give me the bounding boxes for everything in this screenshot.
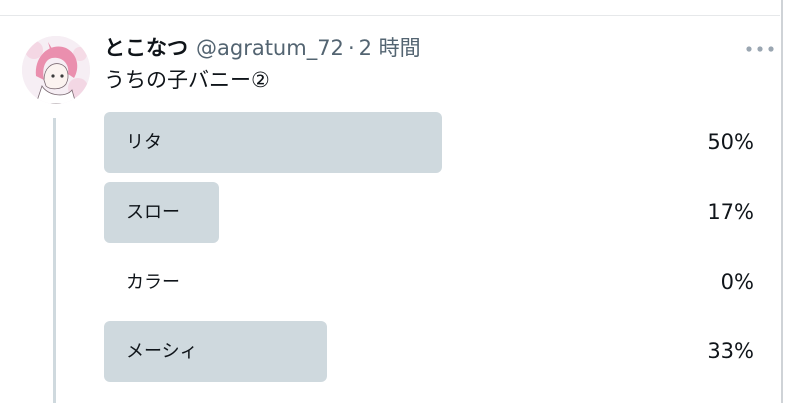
poll-option[interactable]: メーシィ 33%	[104, 321, 756, 382]
poll-option[interactable]: カラー 0%	[104, 252, 756, 313]
tweet-card: とこなつ @agratum_72 · 2 時間 うちの子バニー② リタ 50% …	[0, 0, 798, 403]
more-horizontal-icon	[746, 46, 774, 52]
poll-option[interactable]: スロー 17%	[104, 182, 756, 243]
poll-option-label: カラー	[126, 272, 180, 293]
user-handle[interactable]: @agratum_72	[196, 34, 344, 62]
poll-option-percent: 33%	[707, 339, 754, 363]
poll-option-label: リタ	[126, 132, 162, 153]
divider	[0, 15, 780, 16]
thread-connector	[53, 118, 56, 403]
avatar-illustration-icon	[22, 36, 90, 104]
more-options-button[interactable]	[742, 38, 778, 60]
tweet-text: うちの子バニー②	[104, 68, 270, 92]
separator-dot: ·	[347, 36, 355, 60]
avatar[interactable]	[22, 36, 90, 104]
poll-option-percent: 50%	[707, 130, 754, 154]
poll-option-label: メーシィ	[126, 341, 198, 362]
poll-option-percent: 17%	[707, 200, 754, 224]
tweet-header: とこなつ @agratum_72 · 2 時間	[104, 34, 421, 62]
timestamp[interactable]: 2 時間	[359, 34, 421, 62]
poll-option-label: スロー	[126, 202, 180, 223]
poll-option[interactable]: リタ 50%	[104, 112, 756, 173]
panel-border	[781, 0, 783, 403]
poll-option-percent: 0%	[720, 270, 754, 294]
display-name[interactable]: とこなつ	[104, 34, 188, 62]
